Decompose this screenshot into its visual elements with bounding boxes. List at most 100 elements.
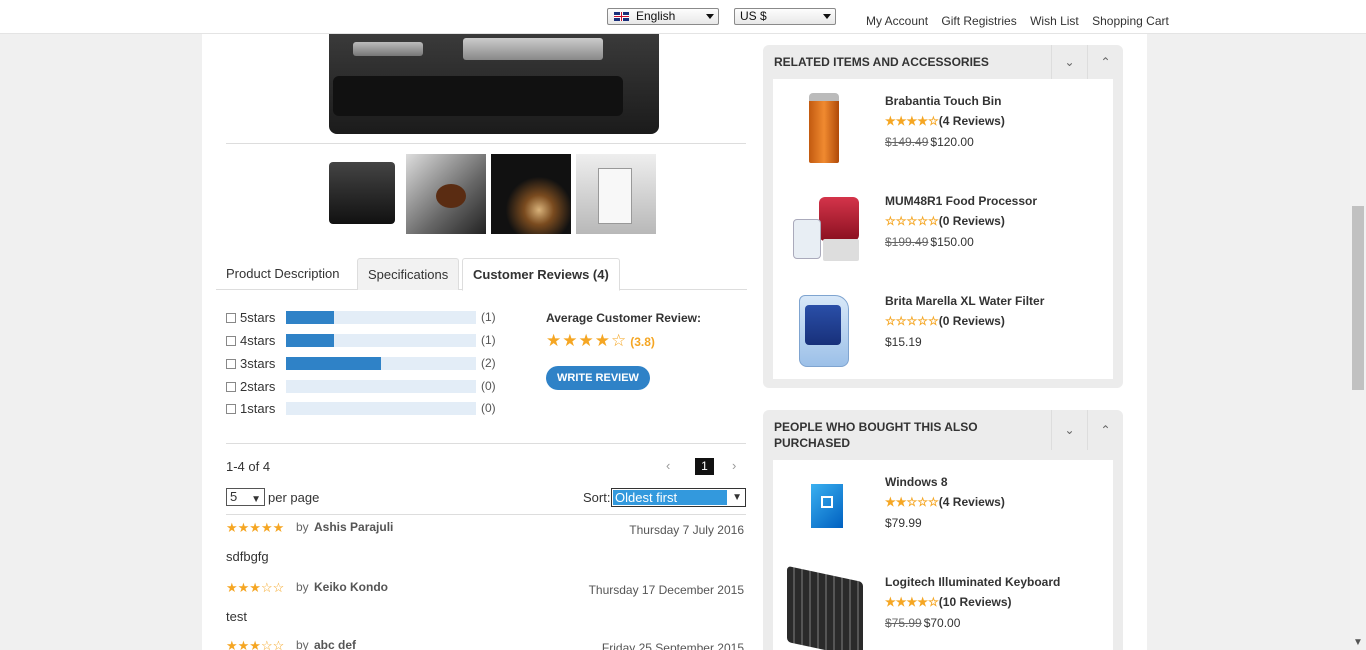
rating-row-1: 1stars (0) <box>226 401 506 419</box>
item-current-price: $150.00 <box>930 235 974 249</box>
review-stars: ★★★☆☆ <box>226 638 285 650</box>
filter-checkbox[interactable] <box>226 359 236 369</box>
product-main-image[interactable] <box>313 34 659 140</box>
item-rating: ★★★★☆(10 Reviews) <box>885 595 1012 609</box>
rating-bar-fill <box>286 334 334 347</box>
thumbnail-4[interactable] <box>576 154 656 234</box>
also-bought-box: PEOPLE WHO BOUGHT THIS ALSO PURCHASED ⌄ … <box>763 410 1123 650</box>
account-links: My Account Gift Registries Wish List Sho… <box>866 14 1179 28</box>
tab-specifications[interactable]: Specifications <box>357 258 460 290</box>
rating-label: 5stars <box>240 310 276 325</box>
sort-select[interactable]: Oldest first ▼ <box>611 488 746 507</box>
thumbnail-3[interactable] <box>491 154 571 234</box>
currency-select[interactable]: US $ <box>734 8 836 25</box>
food-processor-image[interactable] <box>783 189 868 274</box>
thumbnail-2[interactable] <box>406 154 486 234</box>
item-current-price: $70.00 <box>923 616 961 630</box>
filter-checkbox[interactable] <box>226 313 236 323</box>
item-price: $79.99 <box>885 516 922 530</box>
brabantia-bin-image[interactable] <box>783 89 868 174</box>
per-page-select[interactable]: 5 ▼ <box>226 488 265 506</box>
item-title[interactable]: MUM48R1 Food Processor <box>885 194 1037 208</box>
rating-count: (0) <box>481 379 496 393</box>
keyboard-image[interactable] <box>783 565 868 650</box>
item-reviews: (10 Reviews) <box>938 595 1012 609</box>
rating-label: 2stars <box>240 379 276 394</box>
average-review-label: Average Customer Review: <box>546 311 701 325</box>
rating-bar <box>286 357 476 370</box>
write-review-button[interactable]: WRITE REVIEW <box>546 366 650 390</box>
chevron-right-icon[interactable]: › <box>732 458 736 473</box>
rating-label: 4stars <box>240 333 276 348</box>
language-select[interactable]: English <box>607 8 719 25</box>
filter-checkbox[interactable] <box>226 404 236 414</box>
per-page-label: per page <box>268 490 320 505</box>
gift-registries-link[interactable]: Gift Registries <box>941 14 1016 28</box>
star-empty-icon: ☆ <box>610 331 628 350</box>
list-item[interactable]: Logitech Illuminated Keyboard ★★★★☆(10 R… <box>783 565 1113 650</box>
tab-product-description[interactable]: Product Description <box>216 258 349 290</box>
list-item[interactable]: Brita Marella XL Water Filter ☆☆☆☆☆(0 Re… <box>783 289 1113 379</box>
review-stars: ★★★☆☆ <box>226 580 285 595</box>
item-title[interactable]: Brabantia Touch Bin <box>885 94 1001 108</box>
item-current-price: $79.99 <box>885 516 922 530</box>
item-old-price: $75.99 <box>885 616 922 630</box>
chevron-down-icon <box>706 14 714 19</box>
review-by: by <box>296 520 309 534</box>
chevron-left-icon[interactable]: ‹ <box>666 458 670 473</box>
chevron-down-icon: ▼ <box>732 492 742 503</box>
chevron-up-icon[interactable]: ⌃ <box>1087 410 1123 450</box>
item-stars: ★★☆☆☆ <box>885 495 939 509</box>
item-stars: ☆☆☆☆☆ <box>885 214 939 228</box>
rating-count: (1) <box>481 310 496 324</box>
filter-checkbox[interactable] <box>226 382 236 392</box>
my-account-link[interactable]: My Account <box>866 14 928 28</box>
item-stars: ★★★★☆ <box>885 595 939 609</box>
review-by: by <box>296 580 309 594</box>
page-scrollbar[interactable]: ▼ <box>1350 34 1366 650</box>
tab-customer-reviews[interactable]: Customer Reviews (4) <box>462 258 620 291</box>
chevron-down-icon[interactable]: ⌄ <box>1051 45 1087 79</box>
sort-value: Oldest first <box>613 490 727 505</box>
item-price: $199.49 $150.00 <box>885 235 974 249</box>
divider <box>226 143 746 144</box>
rating-row-3: 3stars (2) <box>226 356 506 374</box>
item-title[interactable]: Brita Marella XL Water Filter <box>885 294 1044 308</box>
reviewer-name: Ashis Parajuli <box>314 520 394 534</box>
thumbnail-1[interactable] <box>321 154 401 234</box>
item-title[interactable]: Logitech Illuminated Keyboard <box>885 575 1060 589</box>
also-bought-list: Windows 8 ★★☆☆☆(4 Reviews) $79.99 Logite… <box>773 460 1113 650</box>
item-title[interactable]: Windows 8 <box>885 475 948 489</box>
item-rating: ☆☆☆☆☆(0 Reviews) <box>885 214 1005 228</box>
rating-bar-fill <box>286 311 334 324</box>
list-item[interactable]: MUM48R1 Food Processor ☆☆☆☆☆(0 Reviews) … <box>783 189 1113 279</box>
list-item[interactable]: Windows 8 ★★☆☆☆(4 Reviews) $79.99 <box>783 470 1113 560</box>
water-filter-image[interactable] <box>783 289 868 374</box>
product-tabs: Product Description Specifications Custo… <box>216 258 747 291</box>
rating-bar-fill <box>286 357 381 370</box>
chevron-down-icon <box>823 14 831 19</box>
windows-8-image[interactable] <box>783 470 868 555</box>
rating-count: (0) <box>481 401 496 415</box>
reviewer-name: abc def <box>314 638 357 650</box>
scroll-down-arrow-icon[interactable]: ▼ <box>1353 637 1363 648</box>
item-stars: ☆☆☆☆☆ <box>885 314 939 328</box>
item-price: $149.49 $120.00 <box>885 135 974 149</box>
item-old-price: $149.49 <box>885 135 929 149</box>
filter-checkbox[interactable] <box>226 336 236 346</box>
list-item[interactable]: Brabantia Touch Bin ★★★★☆(4 Reviews) $14… <box>783 89 1113 179</box>
rating-bar <box>286 402 476 415</box>
item-old-price: $199.49 <box>885 235 929 249</box>
rating-row-2: 2stars (0) <box>226 379 506 397</box>
chevron-down-icon[interactable]: ⌄ <box>1051 410 1087 450</box>
shopping-cart-link[interactable]: Shopping Cart <box>1092 14 1169 28</box>
wish-list-link[interactable]: Wish List <box>1030 14 1079 28</box>
divider <box>226 514 746 515</box>
currency-value: US $ <box>740 9 767 23</box>
review-by: by <box>296 638 309 650</box>
item-reviews: (4 Reviews) <box>938 495 1005 509</box>
scrollbar-thumb[interactable] <box>1352 206 1364 390</box>
page-number[interactable]: 1 <box>695 458 714 475</box>
chevron-up-icon[interactable]: ⌃ <box>1087 45 1123 79</box>
review-text: sdfbgfg <box>226 549 269 564</box>
